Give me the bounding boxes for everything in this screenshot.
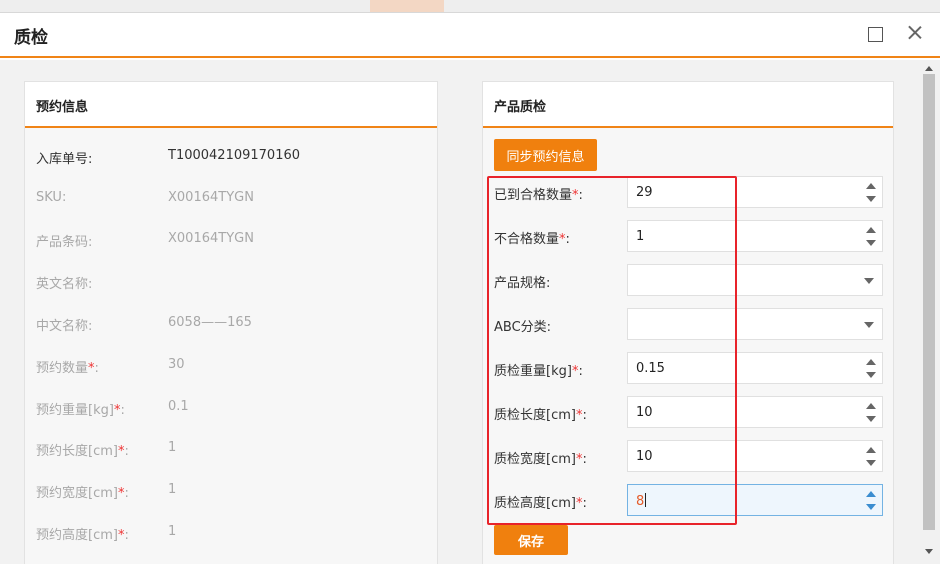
save-button[interactable]: 保存 <box>494 525 568 555</box>
chevron-down-icon[interactable] <box>864 278 874 284</box>
abc-class-select[interactable] <box>627 308 883 340</box>
stepper-up-icon <box>866 359 876 365</box>
panel-title: 产品质检 <box>494 100 547 115</box>
maximize-icon[interactable] <box>868 27 883 42</box>
info-label: 预约长度[cm]*: <box>36 444 129 459</box>
qc-row-weight: 质检重量[kg]*: 0.15 <box>494 352 884 384</box>
field-label: ABC分类: <box>494 320 552 335</box>
info-label: 中文名称: <box>36 319 93 334</box>
product-qc-panel: 产品质检 同步预约信息 已到合格数量*: 29 不合格数量*: 1 产品规格: <box>482 81 894 564</box>
number-stepper[interactable] <box>866 491 876 511</box>
qc-row-abc: ABC分类: <box>494 308 884 340</box>
qc-row-width: 质检宽度[cm]*: 10 <box>494 440 884 472</box>
stepper-up-icon <box>866 403 876 409</box>
quality-check-dialog: 质检 预约信息 入库单号: T100042109170160 SKU: X001… <box>0 12 940 564</box>
number-stepper[interactable] <box>866 447 876 467</box>
qc-weight-input[interactable]: 0.15 <box>627 352 883 384</box>
qualified-qty-input[interactable]: 29 <box>627 176 883 208</box>
number-stepper[interactable] <box>866 359 876 379</box>
info-value: X00164TYGN <box>168 190 254 205</box>
stepper-up-icon <box>866 183 876 189</box>
stepper-up-icon <box>866 227 876 233</box>
qc-row-spec: 产品规格: <box>494 264 884 296</box>
info-label: 英文名称: <box>36 277 93 292</box>
qc-row-qualified-qty: 已到合格数量*: 29 <box>494 176 884 208</box>
chevron-down-icon[interactable] <box>864 322 874 328</box>
stepper-down-icon <box>866 240 876 246</box>
stepper-down-icon <box>866 460 876 466</box>
panel-title: 预约信息 <box>36 100 89 115</box>
panel-header: 预约信息 <box>25 82 437 128</box>
reservation-info-panel: 预约信息 入库单号: T100042109170160 SKU: X00164T… <box>24 81 438 564</box>
dialog-titlebar: 质检 <box>0 13 940 58</box>
info-label: 预约重量[kg]*: <box>36 403 125 418</box>
qc-height-input[interactable]: 8 <box>627 484 883 516</box>
field-label: 产品规格: <box>494 276 551 291</box>
stepper-down-icon <box>866 416 876 422</box>
scroll-down-icon[interactable] <box>925 549 933 554</box>
qc-length-input[interactable]: 10 <box>627 396 883 428</box>
dialog-body: 预约信息 入库单号: T100042109170160 SKU: X00164T… <box>0 60 920 564</box>
info-label: 预约宽度[cm]*: <box>36 486 129 501</box>
stepper-down-icon <box>866 372 876 378</box>
info-label: SKU: <box>36 190 67 205</box>
qc-row-unqualified-qty: 不合格数量*: 1 <box>494 220 884 252</box>
stepper-down-icon <box>866 196 876 202</box>
stepper-down-icon <box>866 504 876 510</box>
info-label: 预约高度[cm]*: <box>36 528 129 543</box>
stepper-up-icon <box>866 491 876 497</box>
product-spec-select[interactable] <box>627 264 883 296</box>
field-label: 已到合格数量*: <box>494 188 583 203</box>
sync-reservation-button[interactable]: 同步预约信息 <box>494 139 597 171</box>
number-stepper[interactable] <box>866 183 876 203</box>
number-stepper[interactable] <box>866 227 876 247</box>
background-page <box>0 0 940 12</box>
unqualified-qty-input[interactable]: 1 <box>627 220 883 252</box>
qc-row-height: 质检高度[cm]*: 8 <box>494 484 884 516</box>
field-label: 质检长度[cm]*: <box>494 408 587 423</box>
vertical-scrollbar[interactable] <box>920 60 940 564</box>
field-label: 质检重量[kg]*: <box>494 364 583 379</box>
scrollbar-thumb[interactable] <box>923 74 935 530</box>
qc-row-length: 质检长度[cm]*: 10 <box>494 396 884 428</box>
close-icon[interactable] <box>904 22 926 44</box>
info-value: 0.1 <box>168 399 189 414</box>
info-value: T100042109170160 <box>168 148 301 163</box>
scroll-up-icon[interactable] <box>925 66 933 71</box>
info-value: X00164TYGN <box>168 231 254 246</box>
number-stepper[interactable] <box>866 403 876 423</box>
background-tab-hint <box>370 0 444 12</box>
panel-header: 产品质检 <box>483 82 893 128</box>
info-label: 预约数量*: <box>36 361 99 376</box>
field-label: 不合格数量*: <box>494 232 570 247</box>
qc-width-input[interactable]: 10 <box>627 440 883 472</box>
info-value: 30 <box>168 357 185 372</box>
stepper-up-icon <box>866 447 876 453</box>
dialog-title: 质检 <box>14 28 48 48</box>
info-value: 1 <box>168 482 177 497</box>
field-label: 质检宽度[cm]*: <box>494 452 587 467</box>
info-value: 1 <box>168 524 177 539</box>
info-value: 6058——165 <box>168 315 252 330</box>
field-label: 质检高度[cm]*: <box>494 496 587 511</box>
info-value: 1 <box>168 440 177 455</box>
info-label: 产品条码: <box>36 235 93 250</box>
info-label: 入库单号: <box>36 152 93 167</box>
